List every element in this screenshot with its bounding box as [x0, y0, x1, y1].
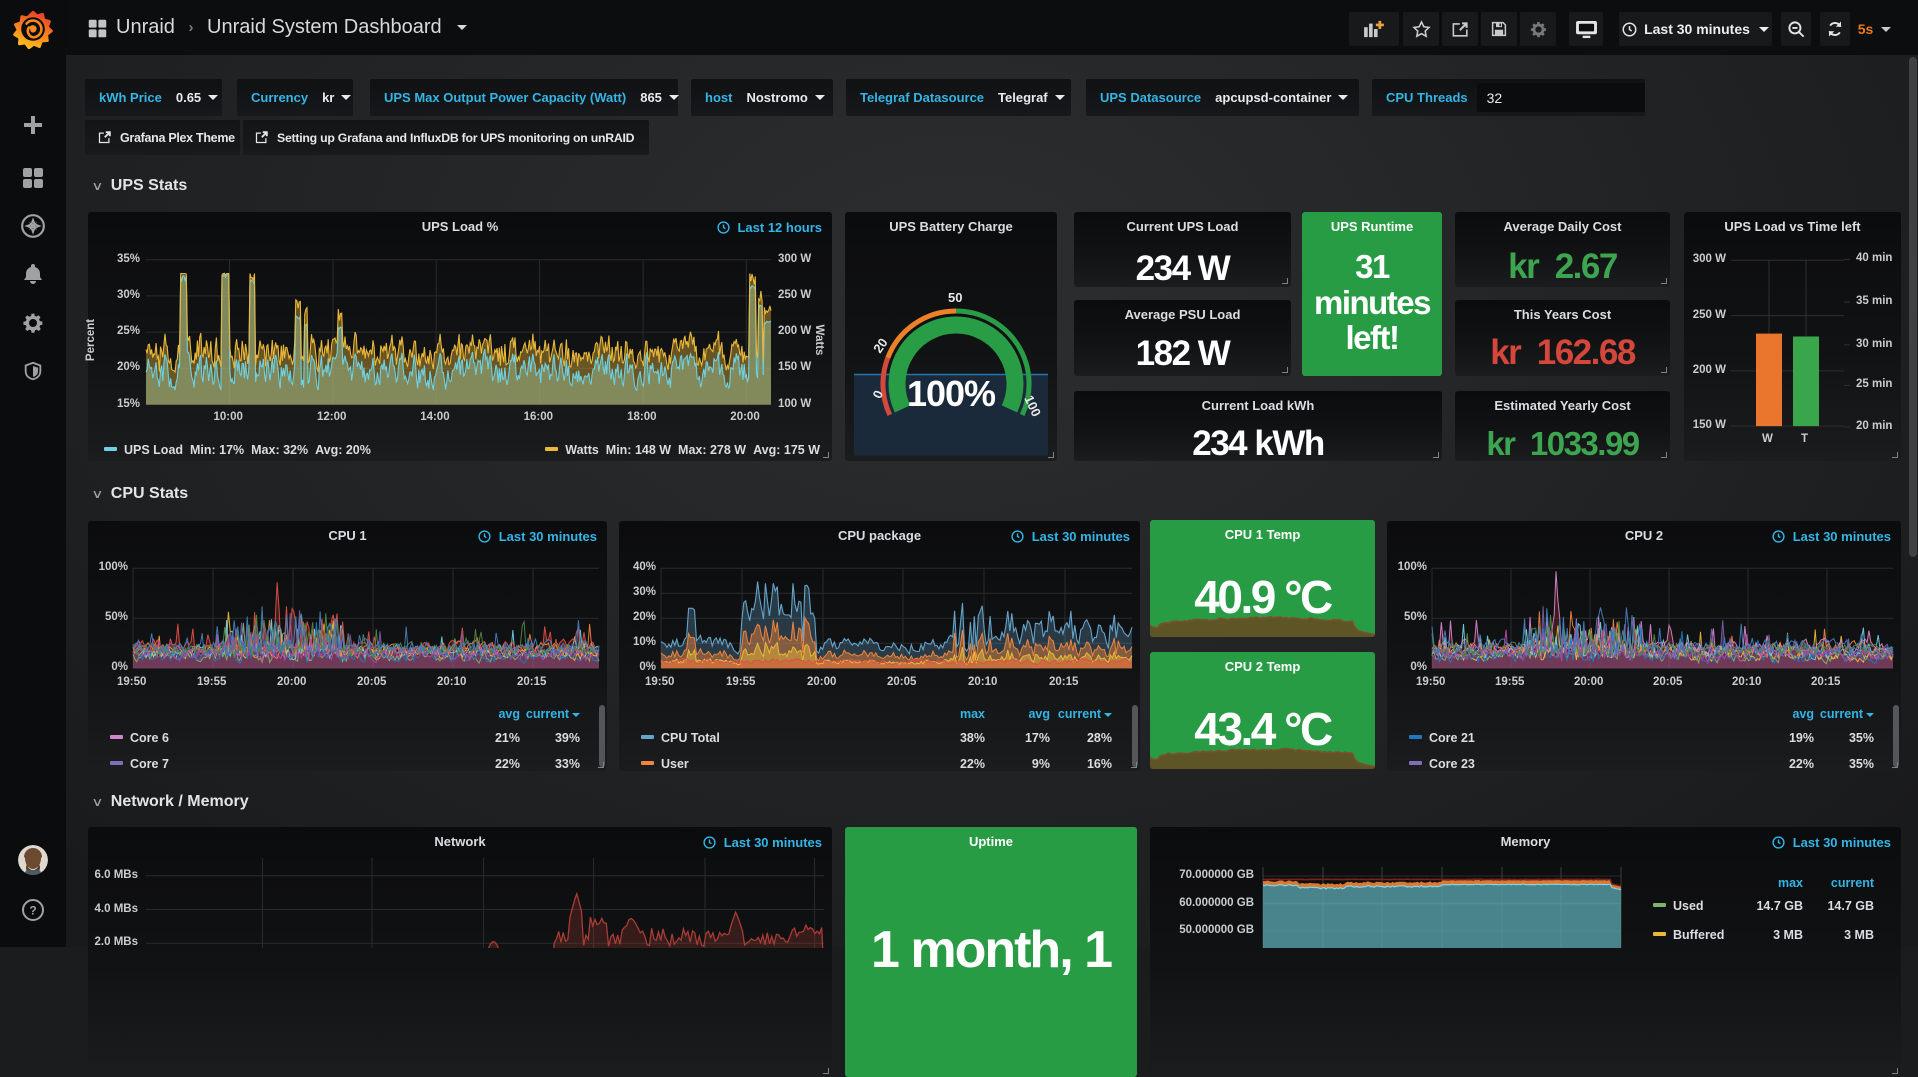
svg-text:?: ? [29, 904, 36, 918]
svg-text:50: 50 [948, 290, 962, 305]
